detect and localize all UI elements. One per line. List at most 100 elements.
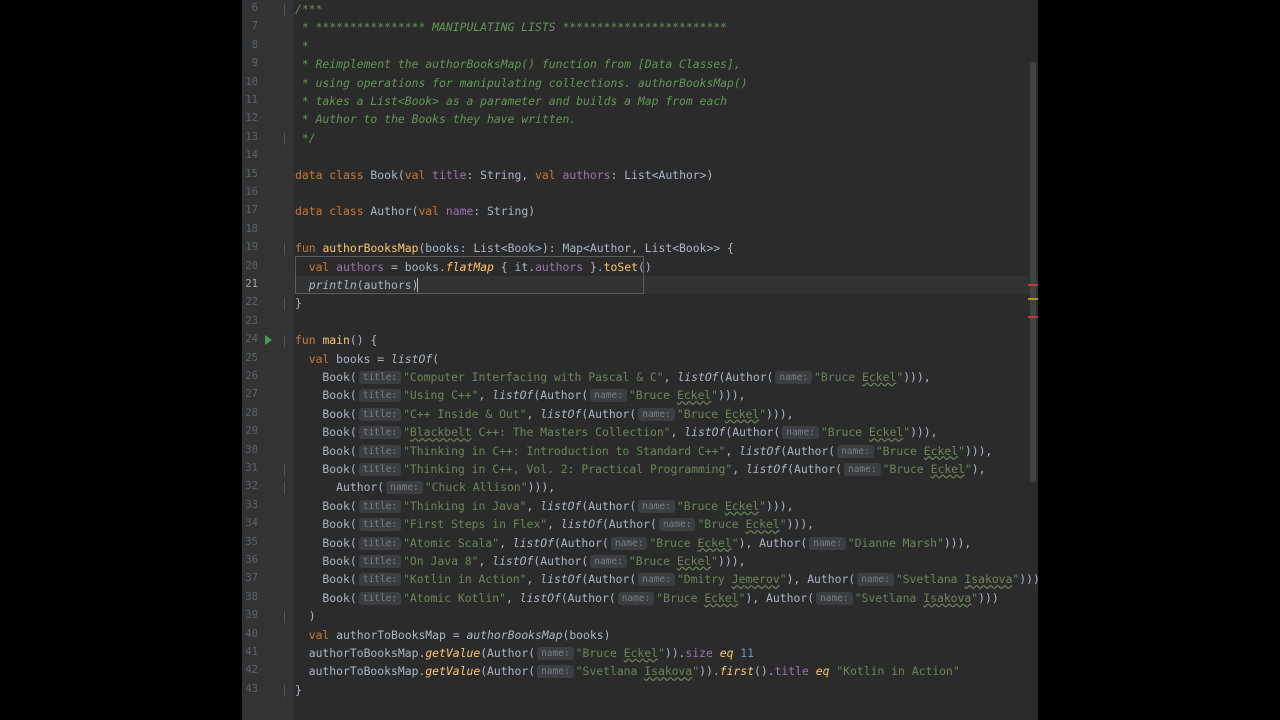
code-line[interactable]: 34 Book(title: "First Steps in Flex", lis… bbox=[242, 515, 1038, 533]
line-number[interactable]: 16 bbox=[242, 186, 258, 198]
line-number[interactable]: 38 bbox=[242, 591, 258, 603]
line-number[interactable]: 7 bbox=[242, 20, 258, 32]
vertical-scrollbar[interactable] bbox=[1030, 62, 1036, 482]
line-number[interactable]: 37 bbox=[242, 572, 258, 584]
code-line[interactable]: 6 /*** bbox=[242, 0, 1038, 18]
code-line[interactable]: 23 bbox=[242, 313, 1038, 331]
code-text[interactable]: } bbox=[295, 294, 302, 312]
code-text[interactable]: * bbox=[295, 37, 309, 55]
code-text[interactable]: * using operations for manipulating coll… bbox=[295, 74, 748, 92]
code-text[interactable]: fun authorBooksMap(books: List<Book>): M… bbox=[295, 239, 734, 257]
code-text[interactable]: Book(title: "Thinking in C++: Introductio… bbox=[295, 442, 992, 460]
code-text[interactable]: } bbox=[295, 681, 302, 699]
code-text[interactable]: * Author to the Books they have written. bbox=[295, 110, 576, 128]
code-line[interactable]: 11 * takes a List<Book> as a parameter a… bbox=[242, 92, 1038, 110]
code-line[interactable]: 7 * **************** MANIPULATING LISTS … bbox=[242, 18, 1038, 36]
code-line[interactable]: 12 * Author to the Books they have writt… bbox=[242, 110, 1038, 128]
code-text[interactable]: Author(name: "Chuck Allison"))), bbox=[295, 478, 555, 496]
line-number[interactable]: 12 bbox=[242, 112, 258, 124]
fold-icon[interactable] bbox=[284, 611, 285, 624]
code-text[interactable]: data class Book(val title: String, val a… bbox=[295, 166, 713, 184]
code-text[interactable]: Book(title: "Computer Interfacing with Pa… bbox=[295, 368, 931, 386]
code-text[interactable]: ) bbox=[295, 607, 316, 625]
fold-icon[interactable] bbox=[284, 4, 285, 16]
code-text[interactable]: Book(title: "C++ Inside & Out", listOf(Au… bbox=[295, 405, 793, 423]
fold-icon[interactable] bbox=[284, 243, 285, 256]
line-number[interactable]: 35 bbox=[242, 536, 258, 548]
code-line[interactable]: 21 println(authors) bbox=[242, 276, 1038, 294]
code-line[interactable]: 14 bbox=[242, 147, 1038, 165]
code-text[interactable]: Book(title: "Atomic Scala", listOf(Author… bbox=[295, 534, 971, 552]
code-text[interactable]: Book(title: "Thinking in C++, Vol. 2: Pra… bbox=[295, 460, 985, 478]
line-number[interactable]: 19 bbox=[242, 241, 258, 253]
line-number[interactable]: 18 bbox=[242, 223, 258, 235]
code-text[interactable]: Book(title: "Thinking in Java", listOf(Au… bbox=[295, 497, 793, 515]
line-number[interactable]: 40 bbox=[242, 628, 258, 640]
code-text[interactable]: /*** bbox=[295, 0, 322, 18]
fold-icon[interactable] bbox=[284, 464, 285, 476]
line-number[interactable]: 27 bbox=[242, 388, 258, 400]
code-text[interactable]: println(authors) bbox=[295, 276, 419, 294]
line-number[interactable]: 32 bbox=[242, 480, 258, 492]
line-number[interactable]: 31 bbox=[242, 462, 258, 474]
error-stripe-marker[interactable] bbox=[1028, 316, 1038, 318]
code-line[interactable]: 39 ) bbox=[242, 607, 1038, 625]
line-number[interactable]: 43 bbox=[242, 683, 258, 695]
line-number[interactable]: 21 bbox=[242, 278, 258, 290]
fold-icon[interactable] bbox=[284, 335, 285, 348]
code-text[interactable]: val authors = books.flatMap { it.authors… bbox=[295, 258, 652, 276]
line-number[interactable]: 11 bbox=[242, 94, 258, 106]
code-line[interactable]: 13 */ bbox=[242, 129, 1038, 147]
code-line[interactable]: 18 bbox=[242, 221, 1038, 239]
run-icon[interactable] bbox=[265, 335, 272, 346]
code-text[interactable]: */ bbox=[295, 129, 316, 147]
fold-icon[interactable] bbox=[284, 482, 285, 495]
code-line[interactable]: 9 * Reimplement the authorBooksMap() fun… bbox=[242, 55, 1038, 73]
code-line[interactable]: 28 Book(title: "C++ Inside & Out", listOf… bbox=[242, 405, 1038, 423]
line-number[interactable]: 24 bbox=[242, 333, 258, 345]
code-lines[interactable]: 6/*** 7 * **************** MANIPULATING L… bbox=[242, 0, 1038, 720]
code-line[interactable]: 35 Book(title: "Atomic Scala", listOf(Aut… bbox=[242, 534, 1038, 552]
code-text[interactable]: authorToBooksMap.getValue(Author(name: "B… bbox=[295, 644, 754, 662]
line-number[interactable]: 42 bbox=[242, 664, 258, 676]
code-text[interactable]: Book(title: "Blackbelt C++: The Masters C… bbox=[295, 423, 938, 441]
code-line[interactable]: 24 fun main() { bbox=[242, 331, 1038, 349]
code-line[interactable]: 41 authorToBooksMap.getValue(Author(name… bbox=[242, 644, 1038, 662]
code-line[interactable]: 33 Book(title: "Thinking in Java", listOf… bbox=[242, 497, 1038, 515]
code-text[interactable]: fun main() { bbox=[295, 331, 377, 349]
line-number[interactable]: 8 bbox=[242, 39, 258, 51]
code-line[interactable]: 32 Author(name: "Chuck Allison"))), bbox=[242, 478, 1038, 496]
code-text[interactable]: data class Author(val name: String) bbox=[295, 202, 535, 220]
line-number[interactable]: 25 bbox=[242, 352, 258, 364]
code-line[interactable]: 17 data class Author(val name: String) bbox=[242, 202, 1038, 220]
line-number[interactable]: 13 bbox=[242, 131, 258, 143]
line-number[interactable]: 10 bbox=[242, 76, 258, 88]
error-stripe-marker[interactable] bbox=[1028, 284, 1038, 286]
code-line[interactable]: 38 Book(title: "Atomic Kotlin", listOf(Au… bbox=[242, 589, 1038, 607]
code-line[interactable]: 20 val authors = books.flatMap { it.auth… bbox=[242, 258, 1038, 276]
line-number[interactable]: 39 bbox=[242, 609, 258, 621]
fold-icon[interactable] bbox=[284, 684, 285, 697]
code-text[interactable]: authorToBooksMap.getValue(Author(name: "S… bbox=[295, 662, 960, 680]
code-line[interactable]: 16 bbox=[242, 184, 1038, 202]
line-number[interactable]: 41 bbox=[242, 646, 258, 658]
code-line[interactable]: 36 Book(title: "On Java 8", listOf(Author… bbox=[242, 552, 1038, 570]
code-line[interactable]: 40 val authorToBooksMap = authorBooksMap… bbox=[242, 626, 1038, 644]
line-number[interactable]: 14 bbox=[242, 149, 258, 161]
code-line[interactable]: 15 data class Book(val title: String, val… bbox=[242, 166, 1038, 184]
code-line[interactable]: 29 Book(title: "Blackbelt C++: The Master… bbox=[242, 423, 1038, 441]
line-number[interactable]: 29 bbox=[242, 425, 258, 437]
line-number[interactable]: 20 bbox=[242, 260, 258, 272]
line-number[interactable]: 9 bbox=[242, 57, 258, 69]
code-line[interactable]: 22} bbox=[242, 294, 1038, 312]
fold-icon[interactable] bbox=[284, 298, 285, 311]
line-number[interactable]: 22 bbox=[242, 296, 258, 308]
code-line[interactable]: 10 * using operations for manipulating c… bbox=[242, 74, 1038, 92]
code-text[interactable]: * **************** MANIPULATING LISTS **… bbox=[295, 18, 727, 36]
code-text[interactable]: Book(title: "Kotlin in Action", listOf(Au… bbox=[295, 570, 1038, 588]
line-number[interactable]: 34 bbox=[242, 517, 258, 529]
line-number[interactable]: 23 bbox=[242, 315, 258, 327]
warning-stripe-marker[interactable] bbox=[1028, 298, 1038, 300]
line-number[interactable]: 17 bbox=[242, 204, 258, 216]
line-number[interactable]: 15 bbox=[242, 168, 258, 180]
